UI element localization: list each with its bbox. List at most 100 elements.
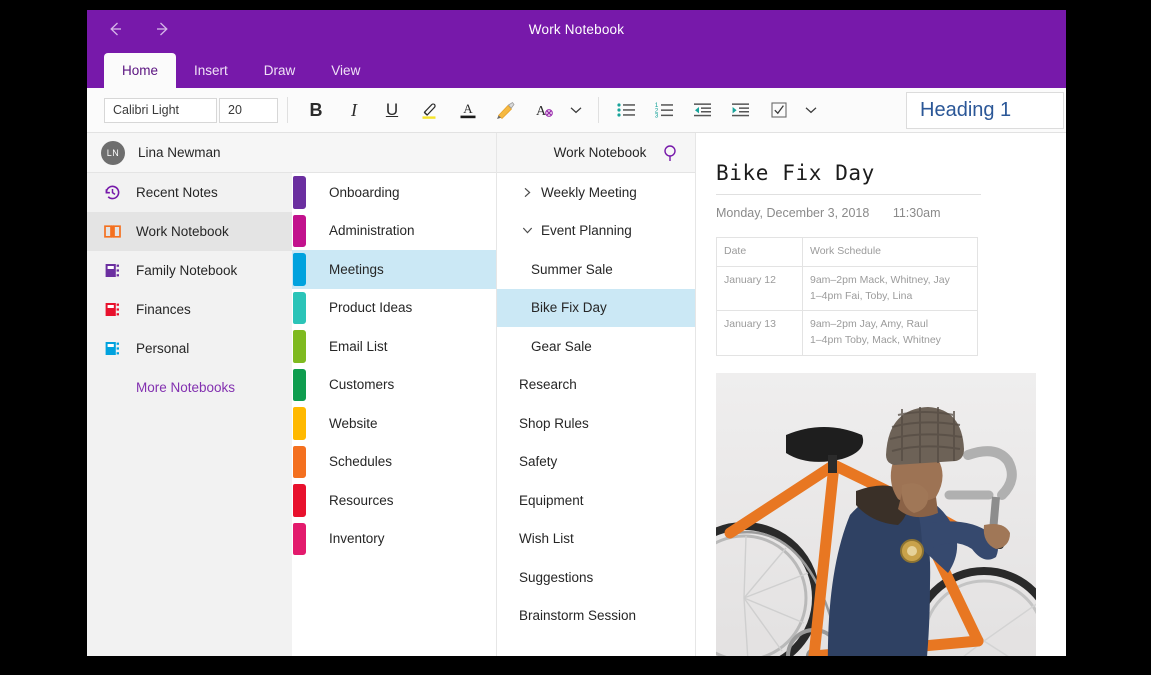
bullet-list-button[interactable] [608,93,646,127]
sidebar-item-label: Recent Notes [136,185,218,200]
section-label: Administration [329,223,415,238]
sidebar-item-label: Work Notebook [136,224,229,239]
note-time: 11:30am [893,206,941,220]
search-icon[interactable] [661,143,681,163]
tab-draw[interactable]: Draw [246,53,314,88]
section-item-resources[interactable]: Resources [292,481,496,520]
page-label: Wish List [519,531,574,546]
open-book-icon [101,221,123,243]
section-item-meetings[interactable]: Meetings [292,250,496,289]
section-label: Email List [329,339,388,354]
section-item-customers[interactable]: Customers [292,366,496,405]
notebook-icon [101,299,123,321]
section-item-schedules[interactable]: Schedules [292,443,496,482]
section-item-email-list[interactable]: Email List [292,327,496,366]
note-canvas[interactable]: Bike Fix Day Monday, December 3, 2018 11… [696,133,1066,656]
page-item-bike-fix-day[interactable]: Bike Fix Day [497,289,695,328]
section-label: Product Ideas [329,300,412,315]
page-label: Research [519,377,577,392]
note-photo[interactable] [716,373,1036,656]
sidebar-item-family-notebook[interactable]: Family Notebook [87,251,292,290]
onenote-window: Work Notebook Home Insert Draw View Cali… [87,10,1066,656]
table-row: January 13 9am–2pm Jay, Amy, Raul 1–4pm … [717,311,978,356]
section-item-product-ideas[interactable]: Product Ideas [292,289,496,328]
toolbar-divider-2 [598,97,599,123]
more-notebooks-link[interactable]: More Notebooks [87,368,292,407]
tag-more-chevron-down-icon[interactable] [798,93,824,127]
notebook-icon [101,260,123,282]
page-item-weekly-meeting[interactable]: Weekly Meeting [497,173,695,212]
section-item-onboarding[interactable]: Onboarding [292,173,496,212]
bicycle-photo-illustration [716,373,1036,656]
sidebar-item-label: Personal [136,341,189,356]
section-label: Resources [329,493,394,508]
table-row: January 12 9am–2pm Mack, Whitney, Jay 1–… [717,266,978,311]
schedule-line-1: 9am–2pm Jay, Amy, Raul [810,317,970,333]
section-color-tab [293,292,306,325]
increase-indent-button[interactable] [722,93,760,127]
page-item-summer-sale[interactable]: Summer Sale [497,250,695,289]
italic-button[interactable]: I [335,93,373,127]
underline-button[interactable]: U [373,93,411,127]
font-color-button[interactable]: A [449,93,487,127]
table-cell-date: January 12 [717,266,803,311]
schedule-table[interactable]: Date Work Schedule January 12 9am–2pm Ma… [716,237,978,356]
sidebar-item-personal[interactable]: Personal [87,329,292,368]
page-item-research[interactable]: Research [497,366,695,405]
section-color-tab [293,253,306,286]
format-painter-button[interactable] [487,93,525,127]
pages-panel: Work Notebook Weekly Meeting E [497,133,696,656]
section-item-inventory[interactable]: Inventory [292,520,496,559]
chevron-right-icon[interactable] [519,187,535,198]
tab-insert[interactable]: Insert [176,53,246,88]
tab-view[interactable]: View [313,53,378,88]
decrease-indent-button[interactable] [684,93,722,127]
notebooks-sidebar: LN Lina Newman Recent Notes [87,133,292,656]
chevron-down-icon[interactable] [519,226,535,235]
note-date: Monday, December 3, 2018 [716,206,869,220]
clear-formatting-button[interactable]: A [525,93,563,127]
style-selector[interactable]: Heading 1 [906,92,1064,129]
avatar: LN [101,141,125,165]
font-size-input[interactable]: 20 [219,98,278,123]
page-title[interactable]: Bike Fix Day [716,161,1066,185]
sidebar-item-recent-notes[interactable]: Recent Notes [87,173,292,212]
ribbon-toolbar: Calibri Light 20 B I U A [87,88,1066,133]
page-label: Event Planning [541,223,632,238]
page-item-gear-sale[interactable]: Gear Sale [497,327,695,366]
table-cell-date: January 13 [717,311,803,356]
page-item-event-planning[interactable]: Event Planning [497,212,695,251]
user-name: Lina Newman [138,145,221,160]
section-item-website[interactable]: Website [292,404,496,443]
section-item-administration[interactable]: Administration [292,212,496,251]
page-item-wish-list[interactable]: Wish List [497,520,695,559]
tab-home[interactable]: Home [104,53,176,88]
font-more-chevron-down-icon[interactable] [563,93,589,127]
section-color-tab [293,446,306,479]
page-item-equipment[interactable]: Equipment [497,481,695,520]
highlighter-button[interactable] [411,93,449,127]
sidebar-item-work-notebook[interactable]: Work Notebook [87,212,292,251]
font-name-input[interactable]: Calibri Light [104,98,217,123]
page-label: Bike Fix Day [531,300,607,315]
page-item-safety[interactable]: Safety [497,443,695,482]
notebook-icon [101,338,123,360]
page-label: Shop Rules [519,416,589,431]
section-label: Inventory [329,531,385,546]
schedule-line-1: 9am–2pm Mack, Whitney, Jay [810,273,970,289]
page-item-brainstorm-session[interactable]: Brainstorm Session [497,597,695,636]
page-label: Summer Sale [531,262,613,277]
toolbar-divider [287,97,288,123]
svg-text:A: A [463,101,473,116]
bold-button[interactable]: B [297,93,335,127]
sidebar-item-finances[interactable]: Finances [87,290,292,329]
section-color-tab [293,369,306,402]
note-timestamp[interactable]: Monday, December 3, 2018 11:30am [716,206,1066,220]
svg-text:3: 3 [655,113,659,120]
page-item-shop-rules[interactable]: Shop Rules [497,404,695,443]
todo-tag-button[interactable] [760,93,798,127]
page-item-suggestions[interactable]: Suggestions [497,558,695,597]
user-row[interactable]: LN Lina Newman [87,133,292,173]
section-color-tab [293,330,306,363]
numbered-list-button[interactable]: 1 2 3 [646,93,684,127]
